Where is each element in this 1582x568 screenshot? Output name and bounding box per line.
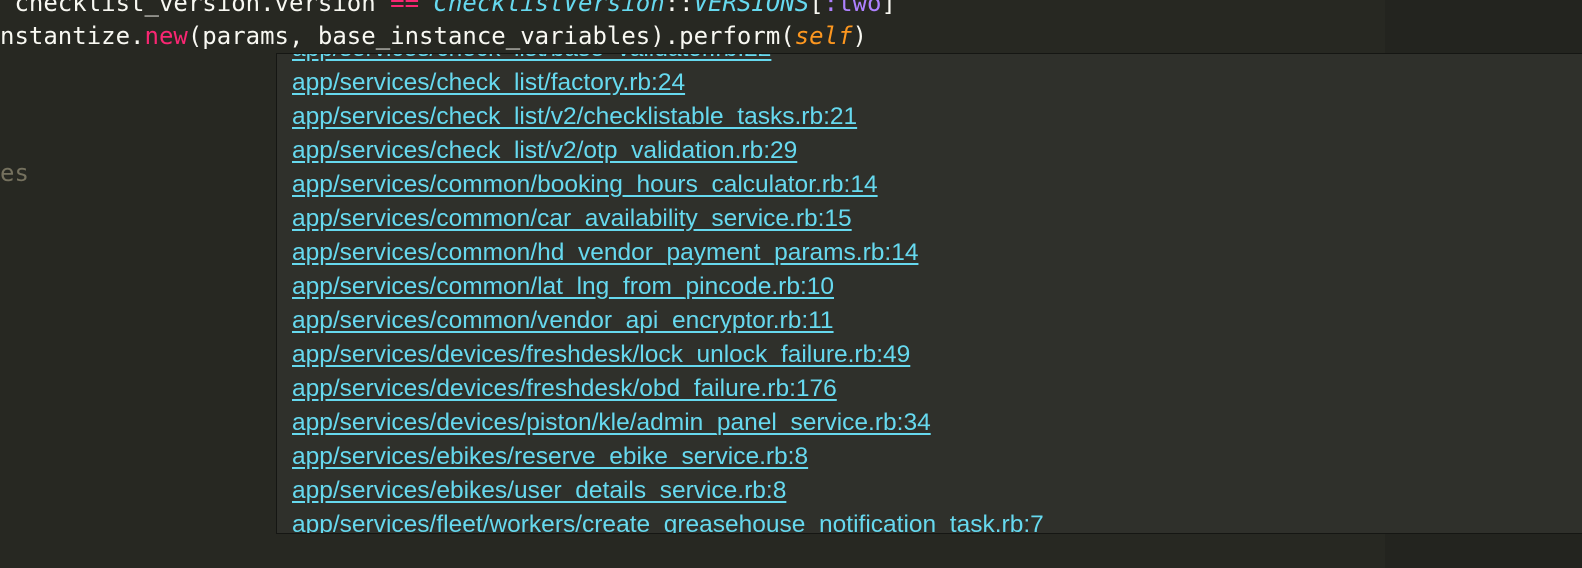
definition-list-item: app/services/common/car_availability_ser… (292, 202, 1044, 236)
code-editor[interactable]: checklist_version.version == ChecklistVe… (0, 0, 1582, 568)
definition-link[interactable]: app/services/common/lat_lng_from_pincode… (292, 273, 834, 300)
definition-link[interactable]: app/services/ebikes/user_details_service… (292, 477, 786, 504)
definition-list-item: app/services/common/hd_vendor_payment_pa… (292, 236, 1044, 270)
definition-popup: app/services/check_list/base_validator.r… (276, 53, 1582, 534)
self-keyword: self (794, 22, 853, 50)
bracket: [ (809, 0, 824, 17)
code-line[interactable]: checklist_version.version == ChecklistVe… (0, 0, 896, 18)
constant-name: VERSIONS (693, 0, 810, 17)
definition-list-item: app/services/check_list/factory.rb:24 (292, 66, 1044, 100)
code-text: checklist_version.version (0, 0, 391, 17)
definition-link[interactable]: app/services/check_list/v2/otp_validatio… (292, 137, 797, 164)
definition-list-item: app/services/devices/freshdesk/lock_unlo… (292, 338, 1044, 372)
definition-list-item: app/services/devices/freshdesk/obd_failu… (292, 372, 1044, 406)
equality-operator: == (390, 0, 420, 17)
definition-link[interactable]: app/services/common/hd_vendor_payment_pa… (292, 239, 918, 266)
code-comment: es (0, 159, 29, 187)
new-keyword: new (144, 22, 188, 50)
definition-list-item: app/services/ebikes/user_details_service… (292, 474, 1044, 508)
definition-link[interactable]: app/services/check_list/factory.rb:24 (292, 69, 685, 96)
class-name: ChecklistVersion (433, 0, 665, 17)
definition-list-item: app/services/common/booking_hours_calcul… (292, 168, 1044, 202)
definition-link[interactable]: app/services/check_list/base_validator.r… (292, 54, 771, 62)
code-text: ) (852, 22, 867, 50)
definition-list: app/services/check_list/base_validator.r… (292, 54, 1044, 533)
definition-link[interactable]: app/services/devices/freshdesk/obd_failu… (292, 375, 837, 402)
definition-link[interactable]: app/services/fleet/workers/create_grease… (292, 511, 1044, 533)
definition-link[interactable]: app/services/common/booking_hours_calcul… (292, 171, 878, 198)
scope-separator: :: (664, 0, 694, 17)
definition-list-item: app/services/common/lat_lng_from_pincode… (292, 270, 1044, 304)
definition-list-item: app/services/check_list/base_validator.r… (292, 54, 1044, 66)
definition-list-item: app/services/fleet/workers/create_grease… (292, 508, 1044, 533)
definition-list-item: app/services/devices/piston/kle/admin_pa… (292, 406, 1044, 440)
definition-link[interactable]: app/services/common/car_availability_ser… (292, 205, 852, 232)
definition-link[interactable]: app/services/devices/piston/kle/admin_pa… (292, 409, 931, 436)
definition-link[interactable]: app/services/check_list/v2/checklistable… (292, 103, 857, 130)
code-text: (params, base_instance_variables).perfor… (187, 22, 795, 50)
symbol-literal: :two (823, 0, 882, 17)
definition-list-item: app/services/check_list/v2/checklistable… (292, 100, 1044, 134)
definition-link[interactable]: app/services/common/vendor_api_encryptor… (292, 307, 834, 334)
definition-list-item: app/services/check_list/v2/otp_validatio… (292, 134, 1044, 168)
code-text: nstantize. (0, 22, 145, 50)
bracket: ] (881, 0, 896, 17)
code-line[interactable]: nstantize.new(params, base_instance_vari… (0, 21, 867, 51)
definition-link[interactable]: app/services/ebikes/reserve_ebike_servic… (292, 443, 808, 470)
definition-list-item: app/services/ebikes/reserve_ebike_servic… (292, 440, 1044, 474)
definition-list-item: app/services/common/vendor_api_encryptor… (292, 304, 1044, 338)
definition-link[interactable]: app/services/devices/freshdesk/lock_unlo… (292, 341, 910, 368)
